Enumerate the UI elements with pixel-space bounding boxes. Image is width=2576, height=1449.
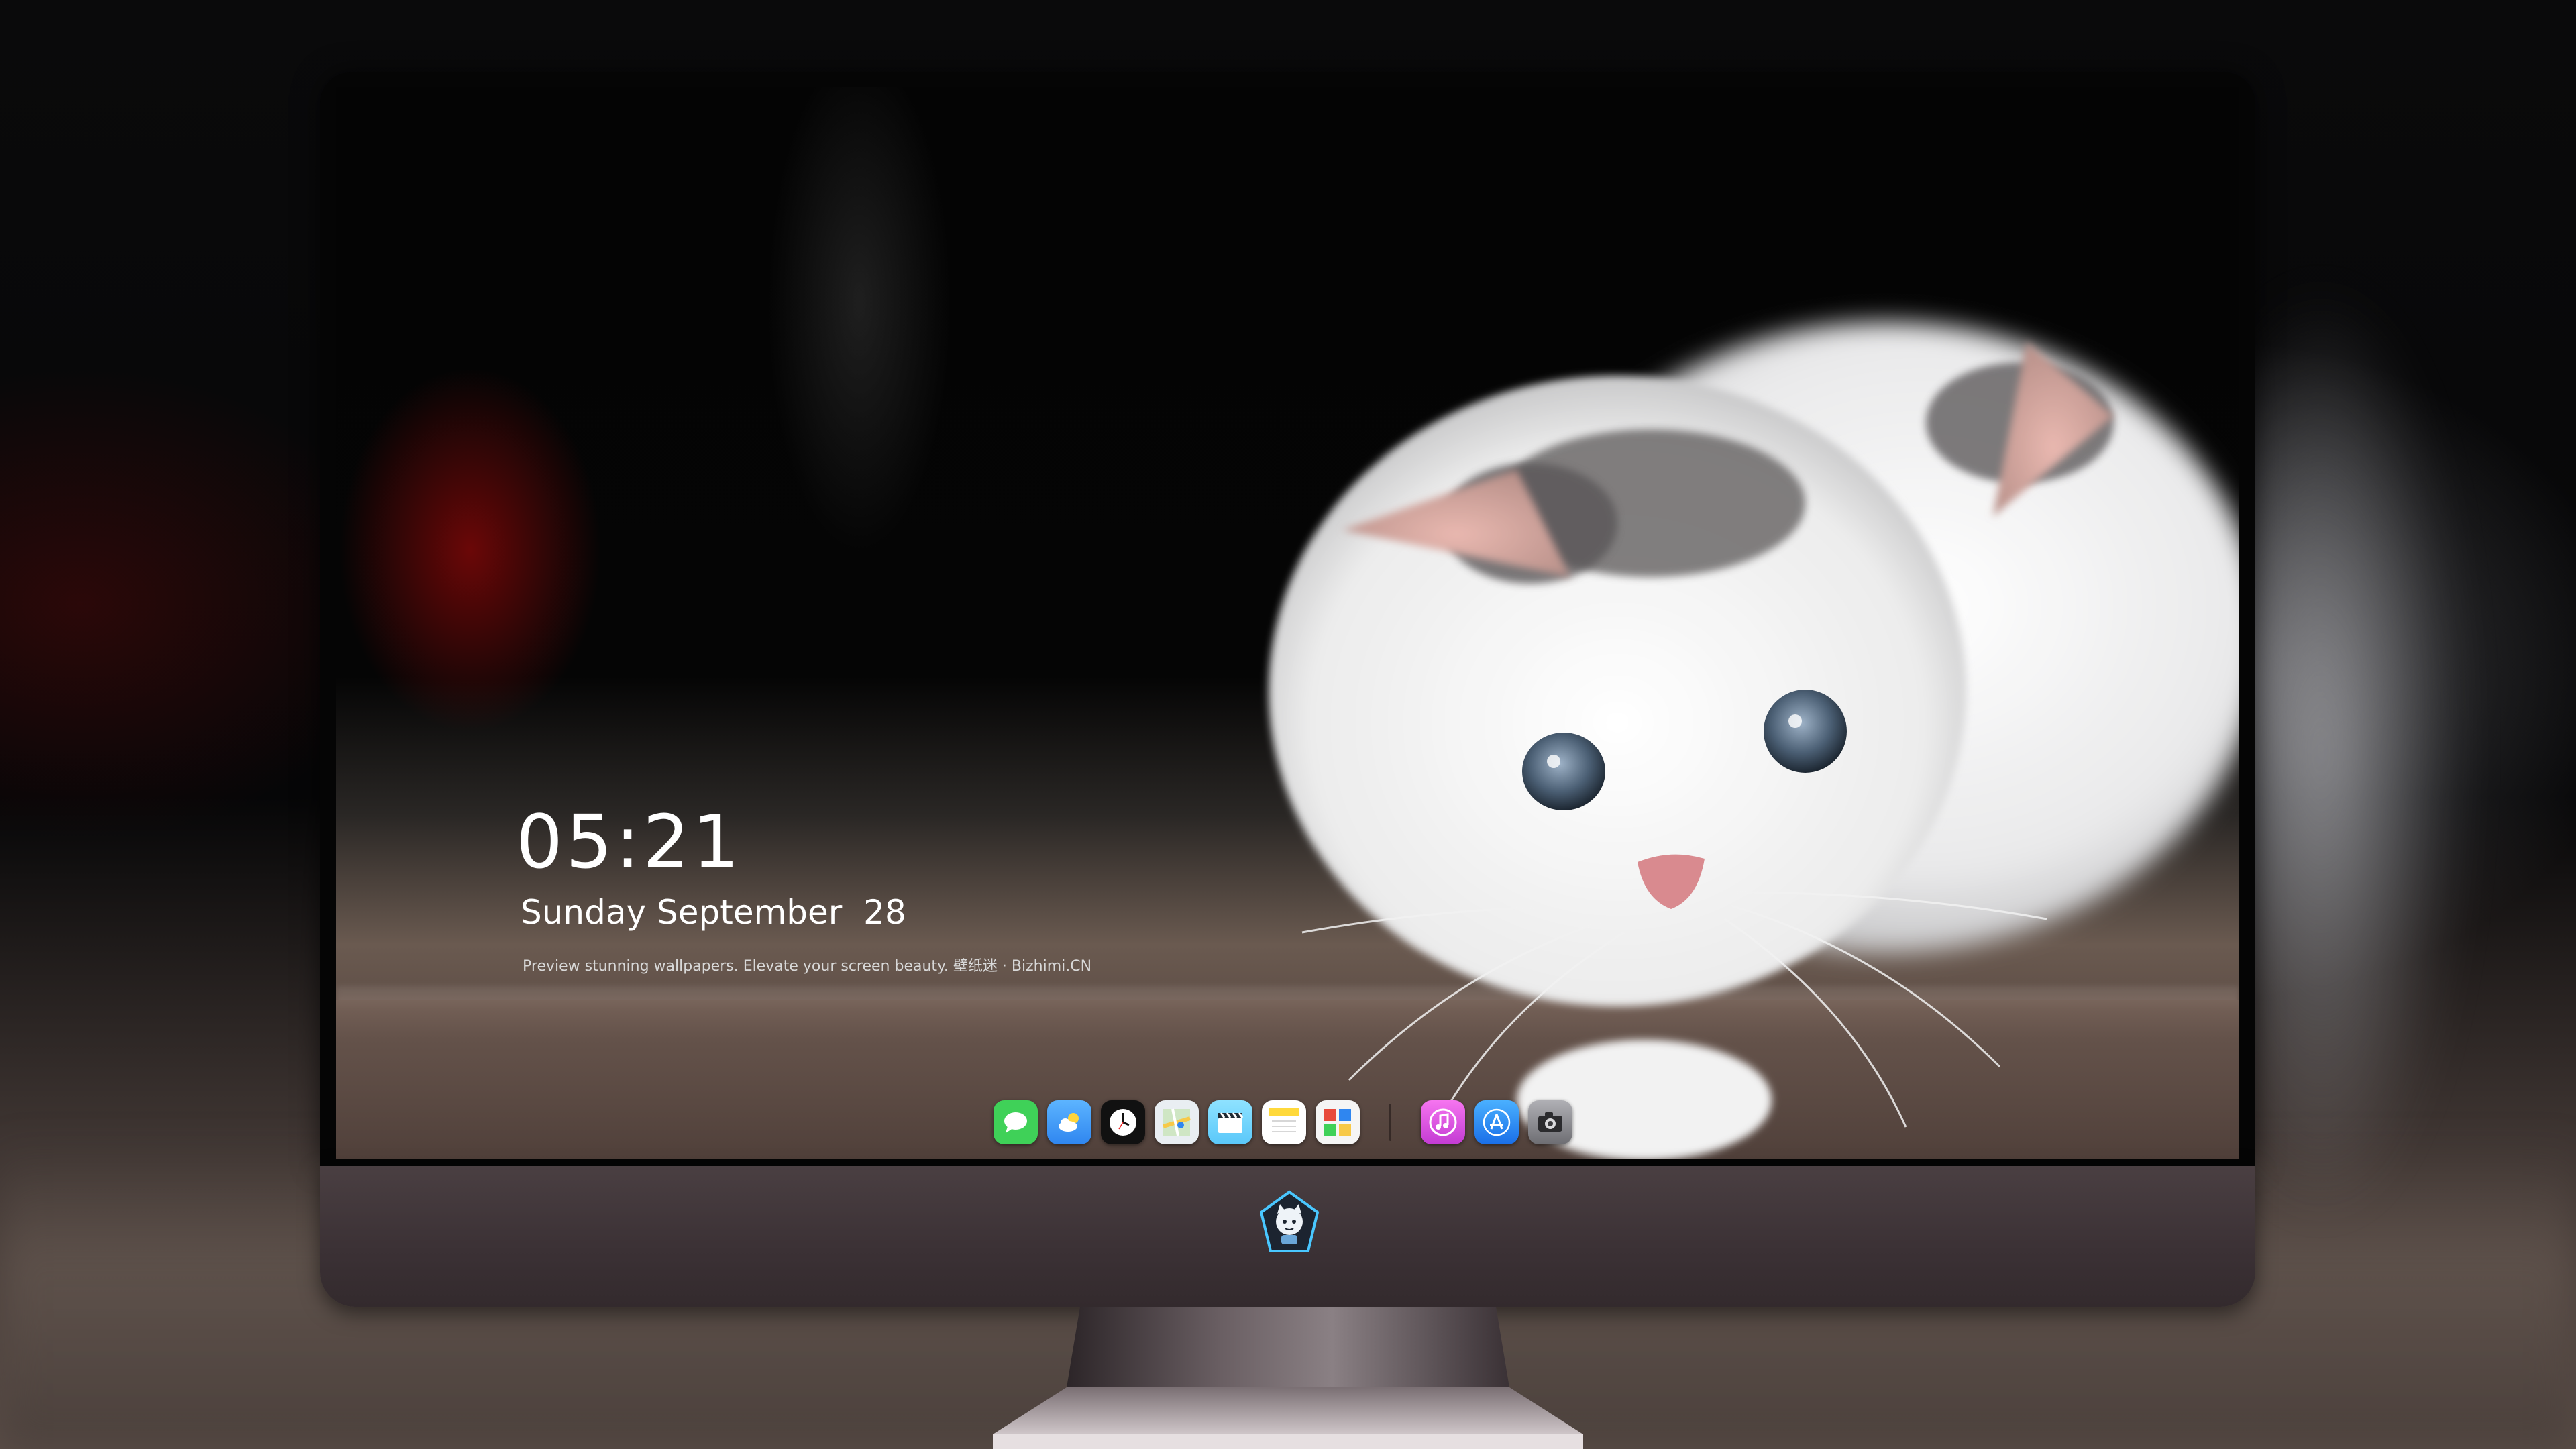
maps-icon[interactable]	[1155, 1100, 1199, 1144]
bizhimi-mascot-logo	[1259, 1190, 1320, 1252]
kitten-image	[1269, 322, 2239, 1159]
monitor-stand	[993, 1307, 1583, 1449]
monitor-chin	[320, 1166, 2255, 1307]
desktop-mockup: 05:21 Sunday September 28 Preview stunni…	[0, 0, 2576, 1449]
clock-icon[interactable]	[1101, 1100, 1145, 1144]
monitor-bezel: 05:21 Sunday September 28 Preview stunni…	[320, 72, 2255, 1166]
dock	[994, 1095, 1572, 1150]
clapper-icon[interactable]	[1208, 1100, 1252, 1144]
notes-icon[interactable]	[1262, 1100, 1306, 1144]
app-store-icon[interactable]	[1474, 1100, 1519, 1144]
photo-booth-icon[interactable]	[1316, 1100, 1360, 1144]
camera-icon[interactable]	[1528, 1100, 1572, 1144]
music-note-icon[interactable]	[1421, 1100, 1465, 1144]
imac-monitor: 05:21 Sunday September 28 Preview stunni…	[320, 72, 2255, 1307]
messages-icon[interactable]	[994, 1100, 1038, 1144]
lock-clock: 05:21	[516, 799, 743, 885]
lock-screen[interactable]: 05:21 Sunday September 28 Preview stunni…	[336, 87, 2239, 1159]
dock-separator	[1389, 1104, 1391, 1141]
weather-icon[interactable]	[1047, 1100, 1091, 1144]
lock-tagline: Preview stunning wallpapers. Elevate you…	[523, 958, 1092, 975]
lock-date: Sunday September 28	[521, 893, 906, 932]
